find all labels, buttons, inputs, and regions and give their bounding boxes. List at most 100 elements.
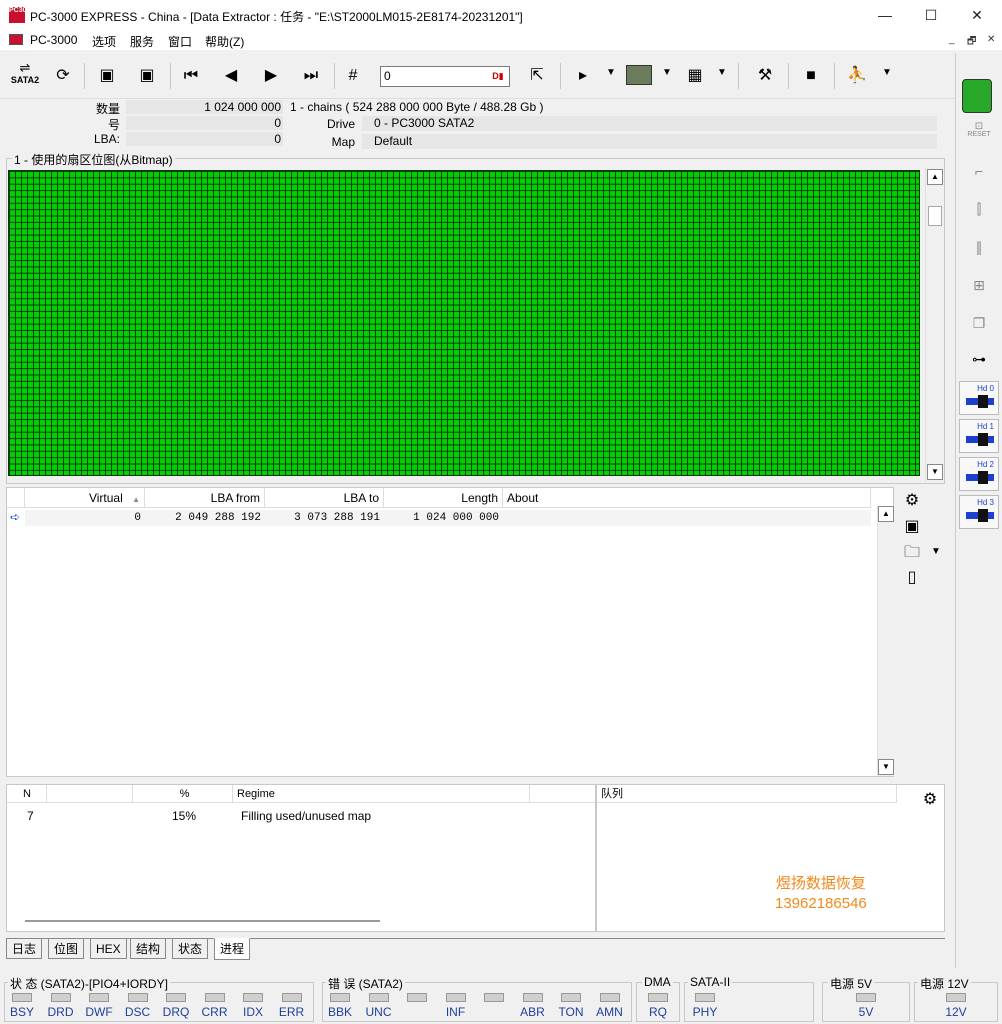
title-bar: PC3000 PC-3000 EXPRESS - China - [Data E…	[0, 0, 1002, 30]
chain-open-icon[interactable]: 🗀	[900, 541, 924, 565]
mdi-minimize-button[interactable]: _	[949, 34, 955, 45]
chain-new-icon[interactable]: ▯	[900, 566, 924, 590]
toolbar-separator	[560, 63, 561, 89]
tab-bitmap[interactable]: 位图	[48, 939, 85, 959]
first-icon[interactable]: ⏮	[178, 63, 204, 89]
menu-window[interactable]: 窗口	[168, 33, 192, 50]
queue-settings-icon[interactable]: ⚙	[918, 788, 942, 812]
cell-lba-to: 3 073 288 191	[294, 512, 380, 524]
lba-input[interactable]: 0 D▮	[380, 66, 510, 87]
pause-icon[interactable]: ∥	[961, 233, 997, 261]
scroll-up-icon[interactable]: ▲	[878, 506, 894, 522]
scroll-thumb[interactable]	[928, 206, 942, 226]
hd1-connector-icon	[966, 433, 994, 446]
toolbar-separator	[834, 63, 835, 89]
bitmap-scrollbar[interactable]: ▲ ▼	[925, 168, 943, 482]
cell-virtual: 0	[134, 512, 141, 524]
menu-pc3000[interactable]: PC-3000	[30, 33, 77, 47]
tools-icon[interactable]: ⚒	[752, 63, 778, 89]
run-icon[interactable]: ⛹	[844, 63, 870, 89]
column-virtual[interactable]: Virtual ▲	[25, 488, 145, 508]
power5-led	[856, 993, 876, 1002]
menu-service[interactable]: 服务	[130, 33, 154, 50]
grid-icon[interactable]: ▦	[682, 63, 708, 89]
app-logo-icon: PC3000	[9, 7, 34, 23]
toolbar-separator	[84, 63, 85, 89]
state-led-label: BSY	[9, 1005, 34, 1019]
stop-icon[interactable]: ■	[798, 63, 824, 89]
reset-button[interactable]: ⊡ RESET	[960, 122, 998, 139]
tab-log[interactable]: 日志	[6, 939, 43, 959]
column-about[interactable]: About	[503, 488, 871, 508]
state-led-label: DRD	[47, 1005, 74, 1019]
mdi-close-button[interactable]: ✕	[987, 34, 995, 45]
column-length[interactable]: Length	[384, 488, 503, 508]
refresh-icon[interactable]: ⟳	[50, 63, 76, 89]
menu-options[interactable]: 选项	[92, 33, 116, 50]
scroll-down-icon[interactable]: ▼	[927, 464, 943, 480]
close-button[interactable]: ✕	[954, 0, 1000, 30]
copy-icon[interactable]: ❐	[961, 309, 997, 337]
maximize-button[interactable]: ☐	[908, 0, 954, 30]
toolbar-separator	[788, 63, 789, 89]
next-icon[interactable]: ▶	[258, 63, 284, 89]
export-icon[interactable]: ⇱	[524, 63, 550, 89]
state-led	[204, 993, 225, 1002]
thumbnail-dropdown-icon[interactable]: ▼	[662, 67, 672, 78]
chain-settings-icon[interactable]: ⚙	[900, 489, 924, 513]
power5-led-label: 5V	[858, 1005, 874, 1019]
chains-summary: 1 - chains ( 524 288 000 000 Byte / 488.…	[290, 100, 544, 114]
hd3-label: Hd 3	[977, 498, 994, 507]
power5-group-title: 电源 5V	[828, 975, 875, 992]
menu-help[interactable]: 帮助(Z)	[205, 33, 244, 50]
column-n[interactable]: N	[7, 785, 47, 803]
connector-icon[interactable]: ⊶	[961, 345, 997, 373]
hd0-label: Hd 0	[977, 384, 994, 393]
chain-save-icon[interactable]: ▣	[900, 515, 924, 539]
tab-hex[interactable]: HEX	[90, 939, 127, 959]
sata-drive-button[interactable]: ⇌ SATA2	[8, 61, 42, 91]
process-panel: N % Regime 7 15% Filling used/unused map	[6, 784, 597, 932]
grid-dropdown-icon[interactable]: ▼	[717, 67, 727, 78]
goto-icon[interactable]: #	[340, 63, 366, 89]
column-blank[interactable]	[47, 785, 133, 803]
power-cable-icon[interactable]: ⌐	[961, 157, 997, 185]
hd0-button[interactable]: Hd 0	[959, 381, 999, 415]
prev-icon[interactable]: ◀	[218, 63, 244, 89]
mdi-restore-button[interactable]: 🗗	[967, 34, 976, 51]
tab-structure[interactable]: 结构	[130, 939, 167, 959]
chain-open-dropdown-icon[interactable]: ▼	[931, 546, 941, 557]
column-extra[interactable]	[530, 785, 597, 803]
tab-status[interactable]: 状态	[172, 939, 209, 959]
last-icon[interactable]: ⏭	[298, 63, 324, 89]
capacitor-icon[interactable]: ⫿	[961, 195, 997, 223]
column-percent[interactable]: %	[133, 785, 233, 803]
state-led	[89, 993, 109, 1002]
table-scrollbar[interactable]: ▲ ▼	[877, 506, 894, 776]
tab-progress[interactable]: 进程	[214, 938, 251, 960]
save-map-icon[interactable]: ▣	[94, 63, 120, 89]
scroll-down-icon[interactable]: ▼	[878, 759, 894, 775]
hd1-button[interactable]: Hd 1	[959, 419, 999, 453]
sata-cable-icon[interactable]: ⊞	[961, 271, 997, 299]
column-lba-from[interactable]: LBA from	[145, 488, 265, 508]
load-map-icon[interactable]: ▣	[134, 63, 160, 89]
sector-bitmap[interactable]	[8, 170, 920, 476]
go-to-lba-button[interactable]: D▮	[489, 69, 507, 84]
play-icon[interactable]: ▸	[570, 63, 596, 89]
number-value: 0	[126, 116, 283, 130]
run-dropdown-icon[interactable]: ▼	[882, 67, 892, 78]
hd3-button[interactable]: Hd 3	[959, 495, 999, 529]
scroll-up-icon[interactable]: ▲	[927, 169, 943, 185]
column-lba-to[interactable]: LBA to	[265, 488, 384, 508]
hd2-button[interactable]: Hd 2	[959, 457, 999, 491]
horizontal-scrollbar[interactable]	[25, 920, 380, 922]
play-dropdown-icon[interactable]: ▼	[606, 67, 616, 78]
minimize-button[interactable]: —	[862, 0, 908, 30]
column-regime[interactable]: Regime	[233, 785, 530, 803]
chains-table: Virtual ▲ LBA from LBA to Length About ➪…	[6, 487, 894, 777]
window-title: PC-3000 EXPRESS - China - [Data Extracto…	[30, 10, 523, 24]
watermark-line-1: 煜扬数据恢复	[775, 875, 866, 892]
thumbnail-icon[interactable]	[626, 65, 652, 85]
database-icon[interactable]	[962, 79, 992, 113]
